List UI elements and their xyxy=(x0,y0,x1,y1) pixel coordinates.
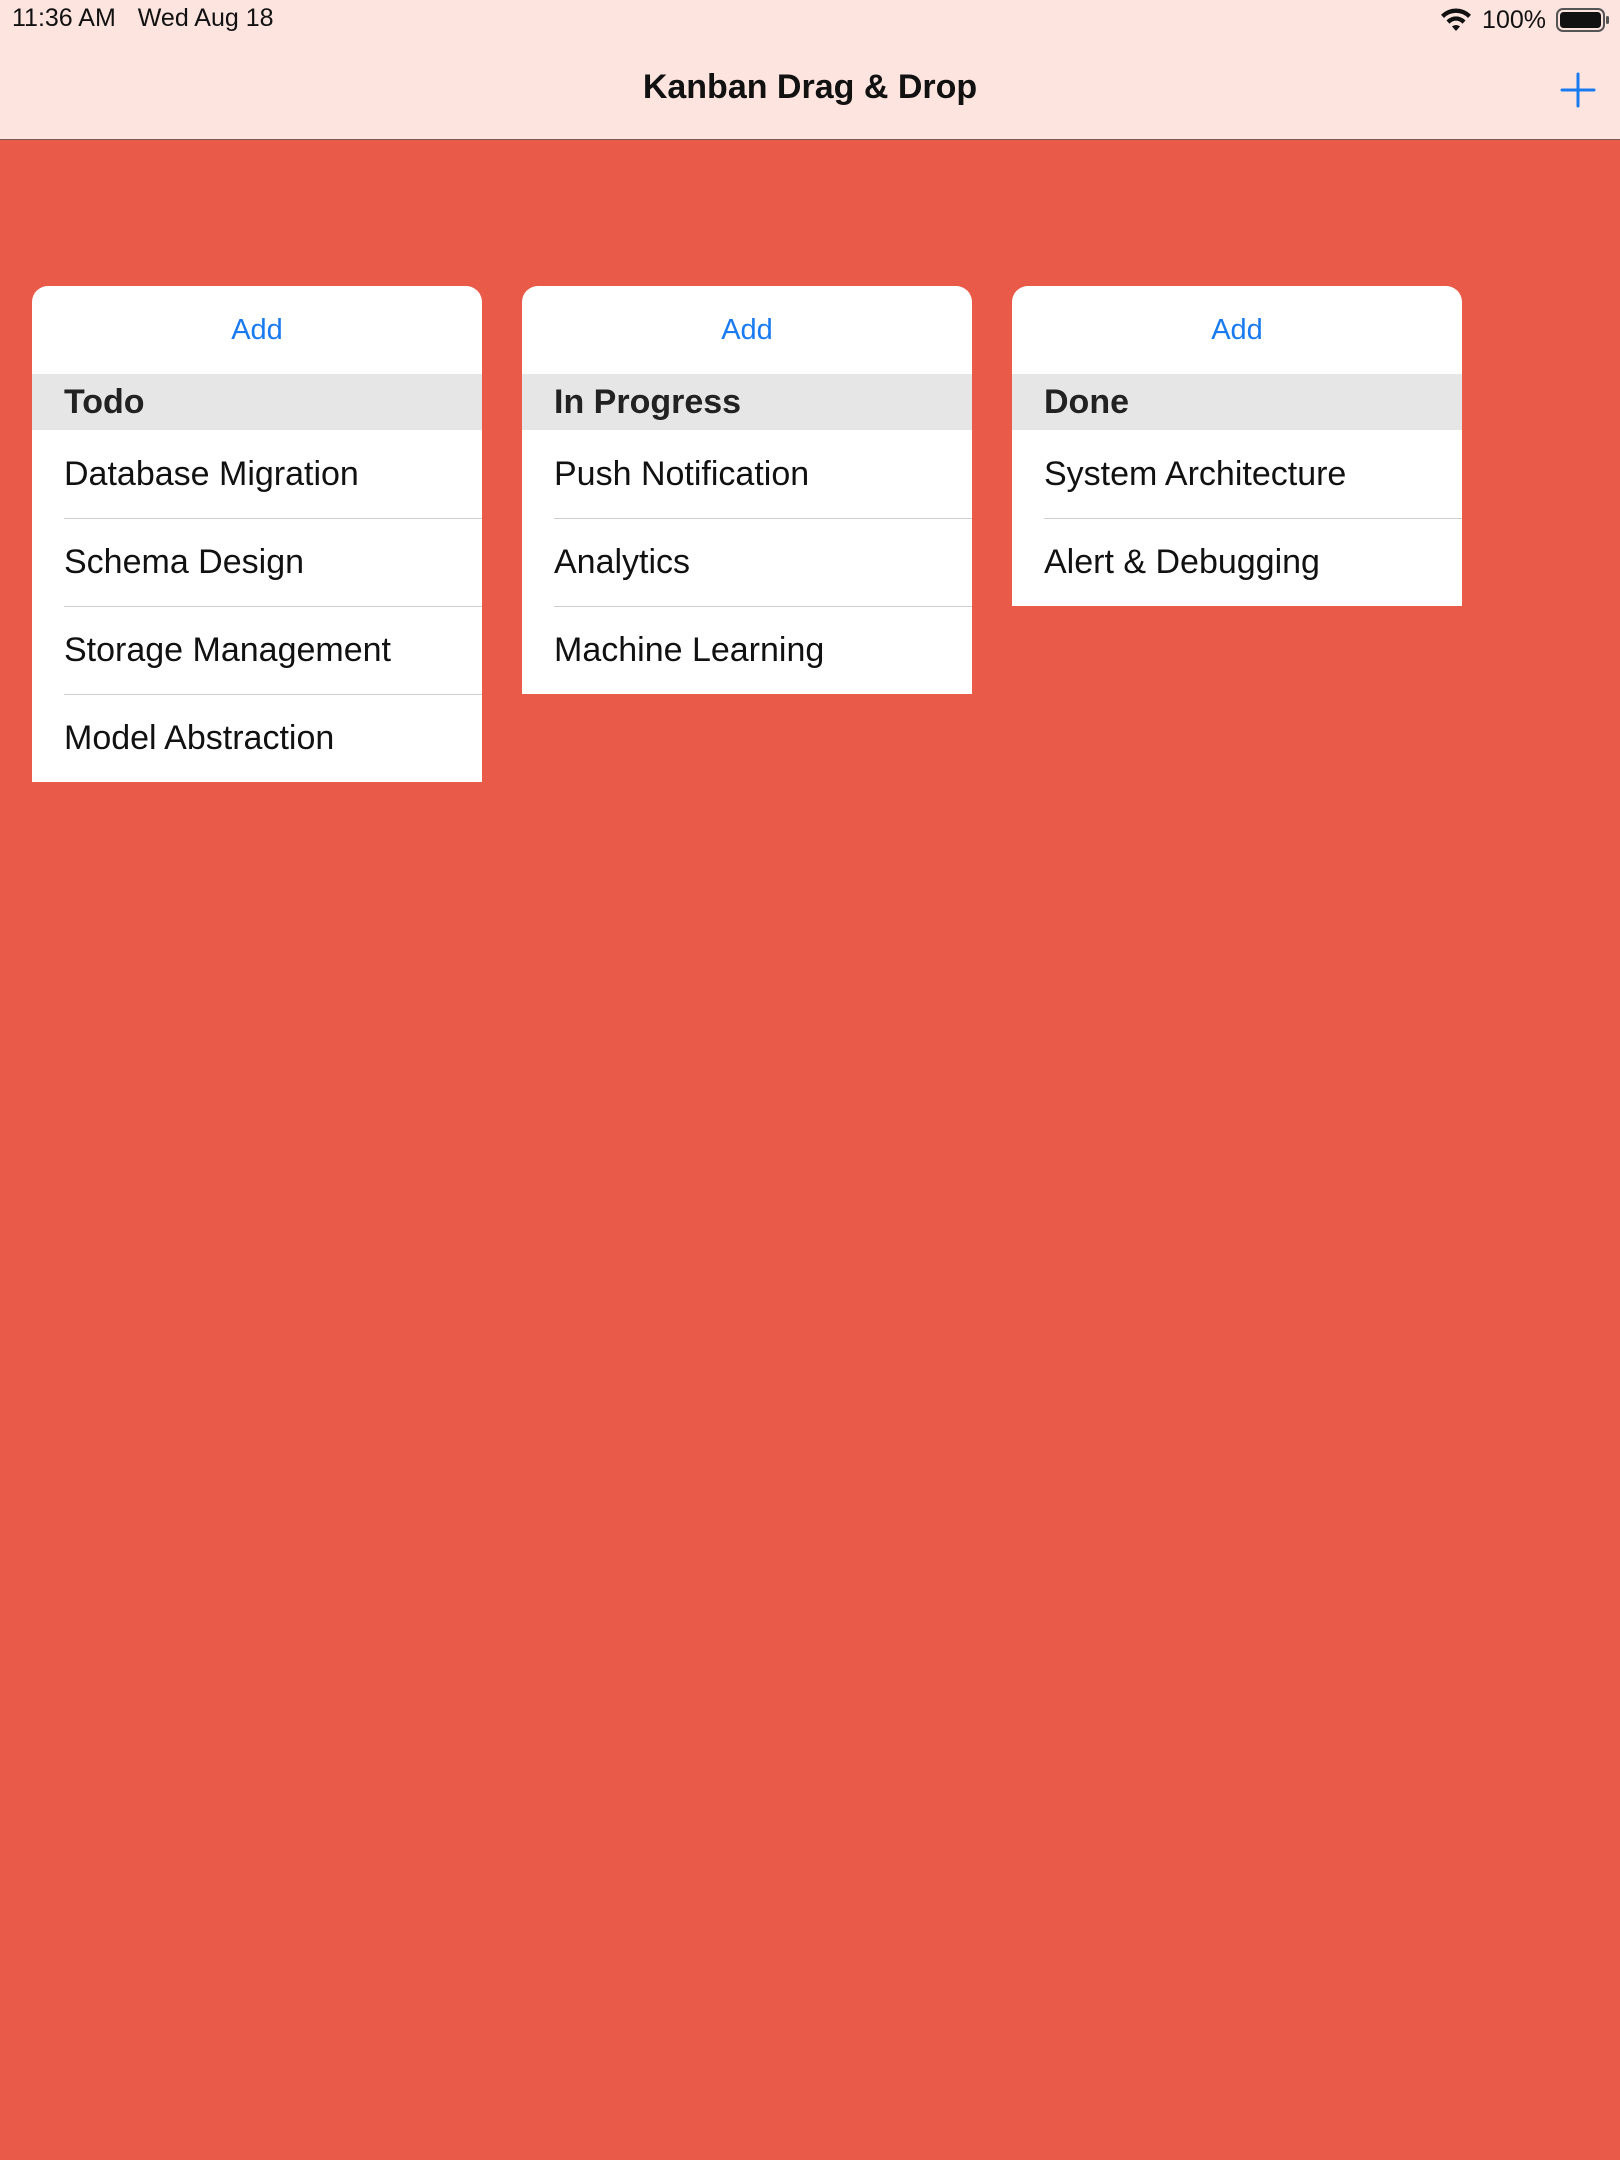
column-header: In Progress xyxy=(522,374,972,430)
status-time: 11:36 AM xyxy=(12,4,116,32)
status-date: Wed Aug 18 xyxy=(137,4,274,32)
kanban-card[interactable]: System Architecture xyxy=(1012,430,1462,518)
wifi-icon xyxy=(1441,8,1472,31)
battery-icon xyxy=(1556,8,1609,32)
column-done: Add Done System Architecture Alert & Deb… xyxy=(1012,286,1462,606)
status-bar-left: 11:36 AM Wed Aug 18 xyxy=(12,4,274,33)
kanban-card[interactable]: Schema Design xyxy=(32,518,482,606)
plus-icon xyxy=(1560,72,1596,108)
kanban-card[interactable]: Machine Learning xyxy=(522,606,972,694)
kanban-card[interactable]: Analytics xyxy=(522,518,972,606)
kanban-card[interactable]: Push Notification xyxy=(522,430,972,518)
column-todo: Add Todo Database Migration Schema Desig… xyxy=(32,286,482,782)
column-in-progress: Add In Progress Push Notification Analyt… xyxy=(522,286,972,694)
add-card-button[interactable]: Add xyxy=(32,286,482,374)
add-card-button[interactable]: Add xyxy=(522,286,972,374)
column-header: Todo xyxy=(32,374,482,430)
kanban-card[interactable]: Database Migration xyxy=(32,430,482,518)
add-column-button[interactable] xyxy=(1558,70,1598,110)
status-bar-right: 100% xyxy=(1440,4,1610,36)
add-card-button[interactable]: Add xyxy=(1012,286,1462,374)
column-header: Done xyxy=(1012,374,1462,430)
kanban-card[interactable]: Alert & Debugging xyxy=(1012,518,1462,606)
kanban-card[interactable]: Storage Management xyxy=(32,606,482,694)
kanban-card[interactable]: Model Abstraction xyxy=(32,694,482,782)
battery-percent: 100% xyxy=(1482,5,1546,34)
top-bar: 11:36 AM Wed Aug 18 100% Kanban Drag & Dr… xyxy=(0,0,1620,140)
page-title: Kanban Drag & Drop xyxy=(642,68,978,106)
